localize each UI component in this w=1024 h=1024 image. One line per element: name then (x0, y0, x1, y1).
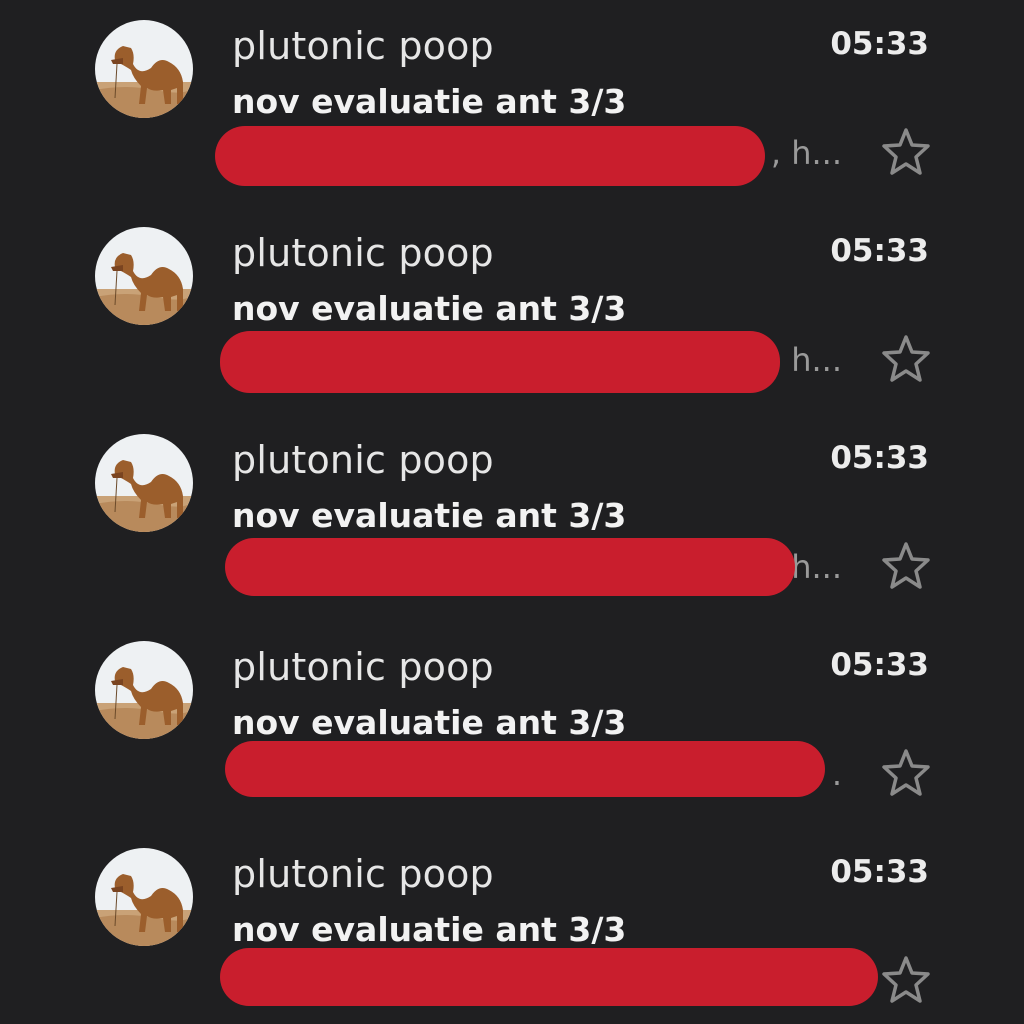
sender-name: plutonic poop (232, 438, 494, 482)
sender-name: plutonic poop (232, 231, 494, 275)
redaction-mark (220, 331, 780, 393)
star-icon[interactable] (880, 540, 932, 592)
sender-name: plutonic poop (232, 852, 494, 896)
email-list: plutonic poop 05:33 nov evaluatie ant 3/… (0, 0, 1024, 1024)
star-icon[interactable] (880, 747, 932, 799)
received-time: 05:33 (830, 854, 929, 890)
email-row[interactable]: plutonic poop 05:33 nov evaluatie ant 3/… (0, 207, 1024, 414)
email-subject: nov evaluatie ant 3/3 (232, 910, 627, 949)
email-row[interactable]: plutonic poop 05:33 nov evaluatie ant 3/… (0, 621, 1024, 828)
camel-photo (95, 434, 193, 532)
email-subject: nov evaluatie ant 3/3 (232, 703, 627, 742)
sender-name: plutonic poop (232, 645, 494, 689)
email-subject: nov evaluatie ant 3/3 (232, 496, 627, 535)
redaction-mark (225, 741, 825, 797)
star-icon[interactable] (880, 954, 932, 1006)
email-row[interactable]: plutonic poop 05:33 nov evaluatie ant 3/… (0, 414, 1024, 621)
camel-photo (95, 641, 193, 739)
sender-avatar[interactable] (95, 20, 193, 118)
sender-name: plutonic poop (232, 24, 494, 68)
sender-avatar[interactable] (95, 434, 193, 532)
redaction-mark (225, 538, 795, 596)
camel-photo (95, 227, 193, 325)
redaction-mark (215, 126, 765, 186)
star-icon[interactable] (880, 333, 932, 385)
received-time: 05:33 (830, 440, 929, 476)
email-subject: nov evaluatie ant 3/3 (232, 82, 627, 121)
email-row[interactable]: plutonic poop 05:33 nov evaluatie ant 3/… (0, 828, 1024, 1024)
received-time: 05:33 (830, 233, 929, 269)
received-time: 05:33 (830, 647, 929, 683)
email-subject: nov evaluatie ant 3/3 (232, 289, 627, 328)
star-icon[interactable] (880, 126, 932, 178)
received-time: 05:33 (830, 26, 929, 62)
sender-avatar[interactable] (95, 227, 193, 325)
sender-avatar[interactable] (95, 641, 193, 739)
sender-avatar[interactable] (95, 848, 193, 946)
camel-photo (95, 20, 193, 118)
camel-photo (95, 848, 193, 946)
email-row[interactable]: plutonic poop 05:33 nov evaluatie ant 3/… (0, 0, 1024, 207)
redaction-mark (220, 948, 878, 1006)
